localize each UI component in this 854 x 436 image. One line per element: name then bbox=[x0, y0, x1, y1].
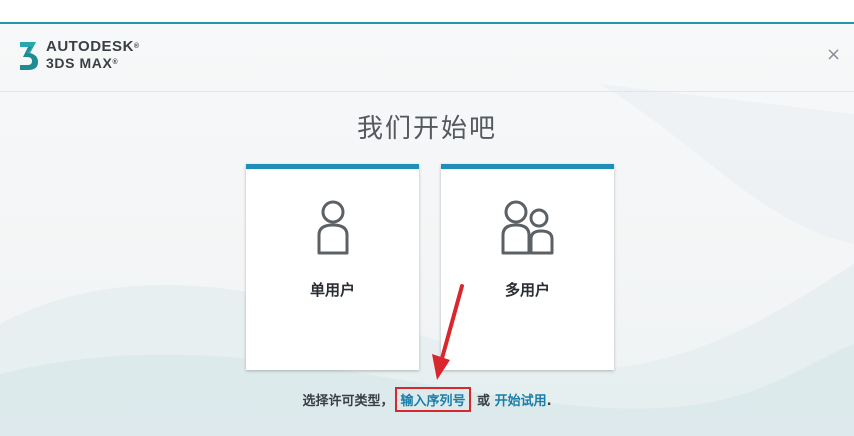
close-icon[interactable]: × bbox=[826, 46, 841, 64]
registered-mark: ® bbox=[133, 43, 140, 50]
license-footer: 选择许可类型， 输入序列号 或 开始试用. bbox=[0, 387, 854, 412]
multi-user-card[interactable]: 多用户 bbox=[441, 164, 614, 370]
start-trial-link[interactable]: 开始试用 bbox=[495, 394, 547, 409]
license-dialog: AUTODESK® 3DS MAX® × 我们开始吧 单用户 多用户 选择许可类… bbox=[0, 24, 854, 436]
dialog-title: 我们开始吧 bbox=[356, 114, 497, 144]
single-user-icon bbox=[317, 200, 349, 255]
window-top-strip bbox=[0, 0, 854, 24]
dialog-header: AUTODESK® 3DS MAX® × bbox=[0, 24, 854, 92]
single-user-card[interactable]: 单用户 bbox=[246, 164, 419, 370]
multi-user-icon bbox=[501, 200, 554, 255]
footer-suffix: . bbox=[546, 394, 552, 409]
registered-mark-2: ® bbox=[112, 59, 119, 66]
footer-or: 或 bbox=[472, 394, 495, 409]
footer-prefix: 选择许可类型， bbox=[302, 394, 394, 409]
multi-user-label: 多用户 bbox=[504, 281, 550, 299]
brand-line1: AUTODESK bbox=[46, 38, 134, 55]
brand-line2: 3DS MAX bbox=[46, 55, 113, 71]
enter-serial-link[interactable]: 输入序列号 bbox=[395, 387, 471, 412]
product-brand: AUTODESK® 3DS MAX® bbox=[46, 38, 140, 72]
3ds-max-logo-icon bbox=[20, 42, 38, 70]
single-user-label: 单用户 bbox=[309, 281, 355, 299]
